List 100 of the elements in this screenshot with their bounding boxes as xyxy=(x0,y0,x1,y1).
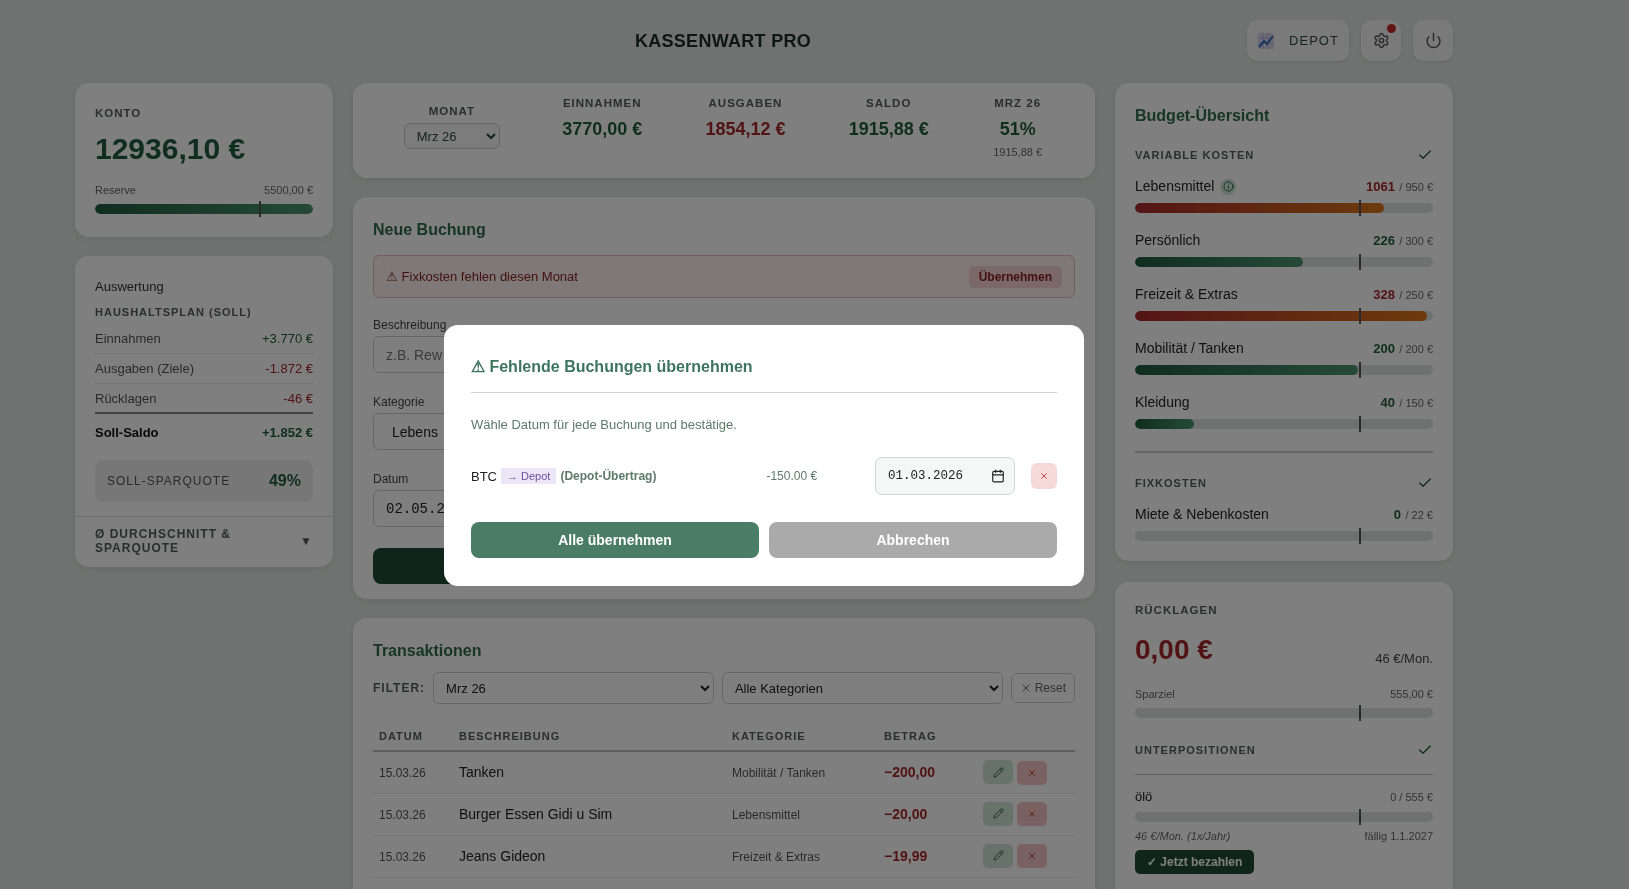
pay-button[interactable]: ✓ Jetzt bezahlen xyxy=(1135,850,1255,874)
date-cell: 15.03.26 xyxy=(373,793,453,835)
settings-button[interactable] xyxy=(1361,20,1401,61)
reserve-rate: 46 €/Mon. (1x/Jahr) xyxy=(1135,830,1231,842)
target-marker xyxy=(1358,308,1361,324)
calendar-icon xyxy=(991,469,1005,483)
stat-label: EINNAHMEN xyxy=(562,97,642,109)
cancel-button[interactable]: Abbrechen xyxy=(769,522,1057,558)
edit-button[interactable] xyxy=(983,843,1013,868)
row-label: Ausgaben (Ziele) xyxy=(95,361,194,376)
booking-name: BTC xyxy=(471,468,497,484)
modal-title: ⚠ Fehlende Buchungen übernehmen xyxy=(471,357,1057,393)
category-cell: Mobilität / Tanken xyxy=(726,751,878,793)
column-header: DATUM xyxy=(373,722,453,751)
row-label: Rücklagen xyxy=(95,390,157,406)
field-label: Datum xyxy=(373,472,409,486)
month-filter[interactable]: Mrz 26 xyxy=(433,672,714,704)
account-balance: 12936,10 € xyxy=(95,132,247,166)
remove-button[interactable] xyxy=(1031,463,1057,489)
budget-limit: / 950 € xyxy=(1399,181,1433,193)
confirm-button[interactable]: Alle übernehmen xyxy=(471,522,759,558)
pencil-icon xyxy=(992,766,1004,778)
section-label: VARIABLE KOSTEN xyxy=(1135,149,1255,161)
amount-cell: −19,99 xyxy=(878,835,973,877)
total-label: Soll-Saldo xyxy=(95,424,159,440)
target-marker xyxy=(258,201,261,217)
target-marker xyxy=(1358,362,1361,378)
caret-icon: ▼ xyxy=(300,534,313,548)
card-title: Transaktionen xyxy=(373,642,483,660)
budget-limit: / 200 € xyxy=(1399,343,1433,355)
row-value: +3.770 € xyxy=(262,331,313,346)
amount-cell: −200,00 xyxy=(878,751,973,793)
date-cell: 15.03.26 xyxy=(373,835,453,877)
budget-name: Persönlich xyxy=(1135,232,1201,248)
budget-spent: 226 xyxy=(1373,233,1395,248)
budget-spent: 40 xyxy=(1380,395,1395,410)
stat-value: 51% xyxy=(999,119,1036,140)
section-label: UNTERPOSITIONEN xyxy=(1135,744,1256,756)
category-cell: Freizeit & Extras xyxy=(726,835,878,877)
stat-label: MONAT xyxy=(428,105,475,117)
month-select[interactable]: Mrz 26 xyxy=(403,123,500,149)
stat-value: 3770,00 € xyxy=(562,119,643,140)
target-marker xyxy=(1358,254,1361,270)
delete-button[interactable] xyxy=(1017,802,1047,827)
pencil-icon xyxy=(992,850,1004,862)
date-field[interactable]: 01.03.2026 xyxy=(875,457,1015,495)
stat-subvalue: 1915,88 € xyxy=(993,146,1043,158)
budget-name: Freizeit & Extras xyxy=(1135,286,1238,302)
reserve-amount: 0 / 555 € xyxy=(1390,790,1433,803)
budget-name: Kleidung xyxy=(1135,394,1190,410)
edit-button[interactable] xyxy=(983,801,1013,826)
reserve-label: Reserve xyxy=(95,184,136,196)
app-title: KASSENWART PRO xyxy=(634,31,812,52)
delete-button[interactable] xyxy=(1017,760,1047,785)
booking-amount: -150.00 € xyxy=(766,469,818,483)
column-header: KATEGORIE xyxy=(726,722,878,751)
budget-name: Miete & Nebenkosten xyxy=(1135,506,1269,522)
modal-hint: Wähle Datum für jede Buchung und bestätige. xyxy=(471,417,737,432)
row-value: -1.872 € xyxy=(265,361,313,376)
reserve-value: 5500,00 € xyxy=(264,184,313,196)
stat-label: MRZ 26 xyxy=(994,97,1042,109)
edit-button[interactable] xyxy=(983,760,1013,784)
description-cell: Burger Essen Gidi u Sim xyxy=(453,793,726,835)
row-value: -46 € xyxy=(283,390,313,406)
delete-button[interactable] xyxy=(1017,844,1047,869)
target-marker xyxy=(1358,416,1361,432)
column-header: BESCHREIBUNG xyxy=(453,722,726,751)
depot-button[interactable]: DEPOT xyxy=(1247,20,1349,61)
field-label: Kategorie xyxy=(373,395,425,409)
budget-spent: 328 xyxy=(1373,287,1395,302)
pencil-icon xyxy=(992,808,1004,820)
monthly-rate: 46 €/Mon. xyxy=(1375,651,1433,666)
depot-tag: → Depot xyxy=(501,468,557,484)
budget-limit: / 250 € xyxy=(1399,289,1433,301)
budget-limit: / 300 € xyxy=(1399,235,1433,247)
power-button[interactable] xyxy=(1413,20,1453,61)
reserve-name: ölö xyxy=(1135,789,1153,804)
alert-text: ⚠ Fixkosten fehlen diesen Monat xyxy=(386,269,578,284)
date-cell: 15.03.26 xyxy=(373,751,453,793)
average-toggle[interactable]: Ø DURCHSCHNITT & SPARQUOTE ▼ xyxy=(75,516,333,567)
budget-name: Lebensmittel xyxy=(1135,178,1215,194)
budget-name: Mobilität / Tanken xyxy=(1135,340,1244,356)
reset-button[interactable]: Reset xyxy=(1010,673,1075,703)
description-cell: Tanken xyxy=(453,751,726,793)
budget-limit: / 150 € xyxy=(1399,397,1433,409)
stat-value: 1915,88 € xyxy=(848,119,929,140)
close-icon xyxy=(1027,809,1037,820)
category-filter[interactable]: Alle Kategorien xyxy=(721,672,1003,704)
chart-icon xyxy=(1257,31,1276,50)
section-label: HAUSHALTSPLAN (SOLL) xyxy=(95,306,253,318)
goal-label: Sparziel xyxy=(1135,688,1175,700)
close-icon xyxy=(1027,767,1037,778)
savings-rate-label: SOLL-SPARQUOTE xyxy=(107,474,231,488)
apply-button[interactable]: Übernehmen xyxy=(968,265,1062,288)
section-label: FIXKOSTEN xyxy=(1135,477,1207,489)
description-cell: Jeans Gideon xyxy=(453,835,726,877)
due-date: fällig 1.1.2027 xyxy=(1364,830,1433,842)
power-icon xyxy=(1424,32,1442,49)
target-marker xyxy=(1358,200,1361,216)
stat-value: 1854,12 € xyxy=(705,119,786,140)
